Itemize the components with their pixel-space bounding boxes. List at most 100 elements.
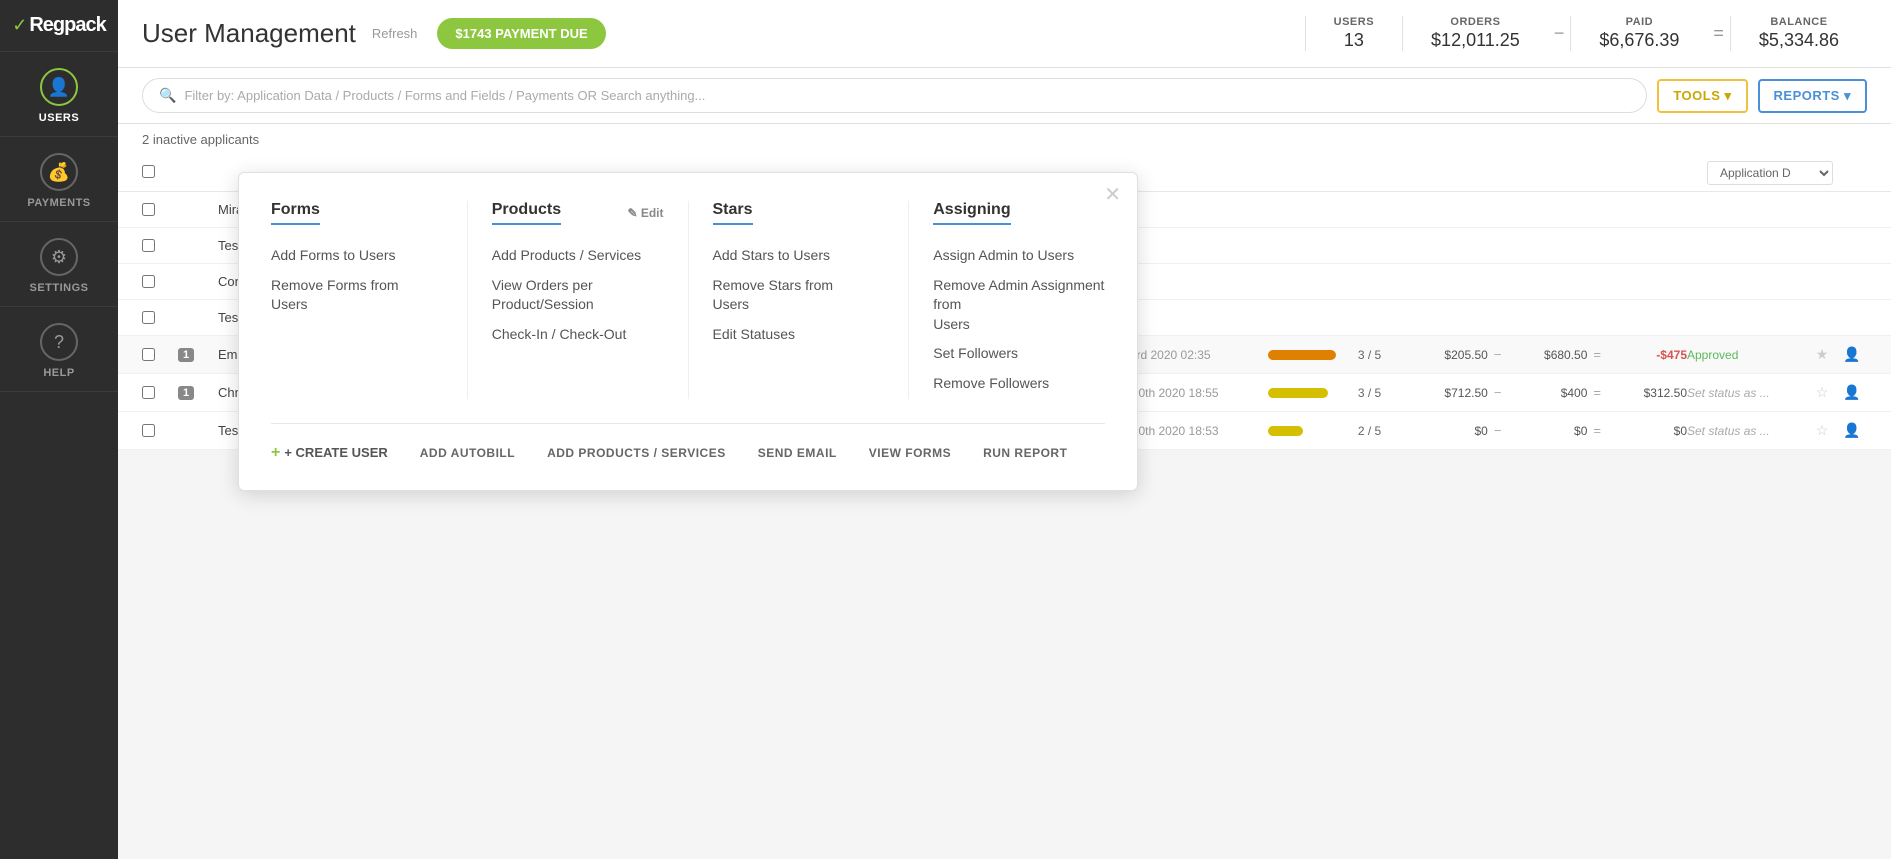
row-progress-text: 3 / 5 [1358, 348, 1408, 362]
row-paid: $712.50 [1408, 386, 1488, 400]
row-total: $0 [1507, 424, 1587, 438]
panel-view-orders[interactable]: View Orders perProduct/Session [492, 271, 664, 320]
row-num-badge: 1 [178, 348, 218, 362]
stat-paid-value: $6,676.39 [1599, 30, 1679, 51]
row-equals: = [1587, 385, 1607, 400]
separator-equals: = [1707, 23, 1730, 44]
panel-remove-forms[interactable]: Remove Forms fromUsers [271, 271, 443, 320]
logo-icon: ✓ [12, 15, 27, 36]
header: User Management Refresh $1743 PAYMENT DU… [118, 0, 1891, 68]
stat-users: USERS 13 [1305, 16, 1402, 51]
row-minus: − [1488, 423, 1508, 438]
payments-icon: 💰 [40, 153, 78, 191]
panel-run-report[interactable]: RUN REPORT [983, 446, 1067, 460]
row-progress-bar [1268, 350, 1358, 360]
settings-icon: ⚙ [40, 238, 78, 276]
header-stats: USERS 13 ORDERS $12,011.25 − PAID $6,676… [1305, 16, 1867, 51]
search-icon: 🔍 [159, 87, 176, 104]
sidebar-label-payments: PAYMENTS [27, 197, 90, 209]
panel-add-stars[interactable]: Add Stars to Users [713, 241, 885, 271]
application-data-dropdown[interactable]: Application D Application Data [1707, 161, 1833, 185]
row-checkbox[interactable] [142, 348, 178, 361]
stat-orders-label: ORDERS [1450, 16, 1500, 28]
search-bar[interactable]: 🔍 Filter by: Application Data / Products… [142, 78, 1647, 113]
panel-add-products-services[interactable]: ADD PRODUCTS / SERVICES [547, 446, 726, 460]
sidebar-item-help[interactable]: ? HELP [0, 307, 118, 392]
stat-users-value: 13 [1344, 30, 1364, 51]
row-balance: -$475 [1607, 348, 1687, 362]
tools-dropdown-panel: ✕ Forms Add Forms to Users Remove Forms … [238, 172, 1138, 491]
row-total: $400 [1507, 386, 1587, 400]
panel-col-products: Products ✎ Edit Add Products / Services … [492, 201, 689, 399]
row-num-badge: 1 [178, 386, 218, 400]
row-checkbox[interactable] [142, 275, 178, 288]
panel-create-user[interactable]: + + CREATE USER [271, 444, 388, 462]
main-content: User Management Refresh $1743 PAYMENT DU… [118, 0, 1891, 859]
row-user-icon: 👤 [1837, 346, 1867, 363]
row-status: Approved [1687, 347, 1807, 362]
panel-remove-admin[interactable]: Remove Admin Assignment fromUsers [933, 271, 1105, 340]
panel-forms-title: Forms [271, 201, 443, 225]
panel-checkin[interactable]: Check-In / Check-Out [492, 320, 664, 350]
panel-add-products[interactable]: Add Products / Services [492, 241, 664, 271]
panel-view-forms[interactable]: VIEW FORMS [869, 446, 951, 460]
panel-edit-statuses[interactable]: Edit Statuses [713, 320, 885, 350]
stat-orders: ORDERS $12,011.25 [1402, 16, 1548, 51]
panel-remove-followers[interactable]: Remove Followers [933, 369, 1105, 399]
row-status: Set status as ... [1687, 385, 1807, 400]
row-paid: $0 [1408, 424, 1488, 438]
panel-col-forms: Forms Add Forms to Users Remove Forms fr… [271, 201, 468, 399]
page-title: User Management [142, 18, 356, 49]
select-all-checkbox[interactable] [142, 165, 155, 178]
row-checkbox[interactable] [142, 239, 178, 252]
row-total: $680.50 [1507, 348, 1587, 362]
panel-add-autobill[interactable]: ADD AUTOBILL [420, 446, 515, 460]
content-area: 2 inactive applicants Application D Appl… [118, 124, 1891, 859]
sidebar-label-help: HELP [43, 367, 74, 379]
tools-button[interactable]: TOOLS ▾ [1657, 79, 1747, 113]
col-check-header [142, 165, 178, 181]
row-checkbox[interactable] [142, 424, 178, 437]
sidebar-nav: 👤 USERS 💰 PAYMENTS ⚙ SETTINGS ? HELP [0, 52, 118, 859]
row-progress-text: 2 / 5 [1358, 424, 1408, 438]
panel-assign-admin[interactable]: Assign Admin to Users [933, 241, 1105, 271]
logo-text: Regpack [29, 14, 105, 37]
row-checkbox[interactable] [142, 386, 178, 399]
stat-paid: PAID $6,676.39 [1570, 16, 1707, 51]
row-user-icon: 👤 [1837, 384, 1867, 401]
sidebar-item-users[interactable]: 👤 USERS [0, 52, 118, 137]
panel-close-button[interactable]: ✕ [1104, 185, 1121, 205]
row-star[interactable]: ☆ [1807, 384, 1837, 401]
stat-paid-label: PAID [1626, 16, 1653, 28]
search-placeholder-text: Filter by: Application Data / Products /… [184, 88, 705, 103]
toolbar: 🔍 Filter by: Application Data / Products… [118, 68, 1891, 124]
row-balance: $312.50 [1607, 386, 1687, 400]
panel-send-email[interactable]: SEND EMAIL [758, 446, 837, 460]
reports-button[interactable]: REPORTS ▾ [1758, 79, 1867, 113]
panel-stars-title: Stars [713, 201, 885, 225]
row-paid: $205.50 [1408, 348, 1488, 362]
sidebar-item-settings[interactable]: ⚙ SETTINGS [0, 222, 118, 307]
sidebar-label-settings: SETTINGS [29, 282, 88, 294]
panel-remove-stars[interactable]: Remove Stars fromUsers [713, 271, 885, 320]
panel-add-forms[interactable]: Add Forms to Users [271, 241, 443, 271]
row-star[interactable]: ★ [1807, 346, 1837, 363]
row-progress-text: 3 / 5 [1358, 386, 1408, 400]
refresh-button[interactable]: Refresh [372, 26, 418, 41]
row-star[interactable]: ☆ [1807, 422, 1837, 439]
row-minus: − [1488, 385, 1508, 400]
sidebar-label-users: USERS [39, 112, 79, 124]
panel-col-assigning: Assigning Assign Admin to Users Remove A… [933, 201, 1105, 399]
row-equals: = [1587, 423, 1607, 438]
payment-due-button[interactable]: $1743 PAYMENT DUE [437, 18, 605, 49]
row-checkbox[interactable] [142, 311, 178, 324]
sidebar-item-payments[interactable]: 💰 PAYMENTS [0, 137, 118, 222]
panel-products-edit[interactable]: ✎ Edit [627, 206, 663, 220]
row-checkbox[interactable] [142, 203, 178, 216]
logo: ✓ Regpack [0, 0, 118, 52]
users-icon: 👤 [40, 68, 78, 106]
panel-set-followers[interactable]: Set Followers [933, 339, 1105, 369]
stat-users-label: USERS [1334, 16, 1374, 28]
row-status: Set status as ... [1687, 423, 1807, 438]
panel-actions: + + CREATE USER ADD AUTOBILL ADD PRODUCT… [271, 444, 1105, 462]
